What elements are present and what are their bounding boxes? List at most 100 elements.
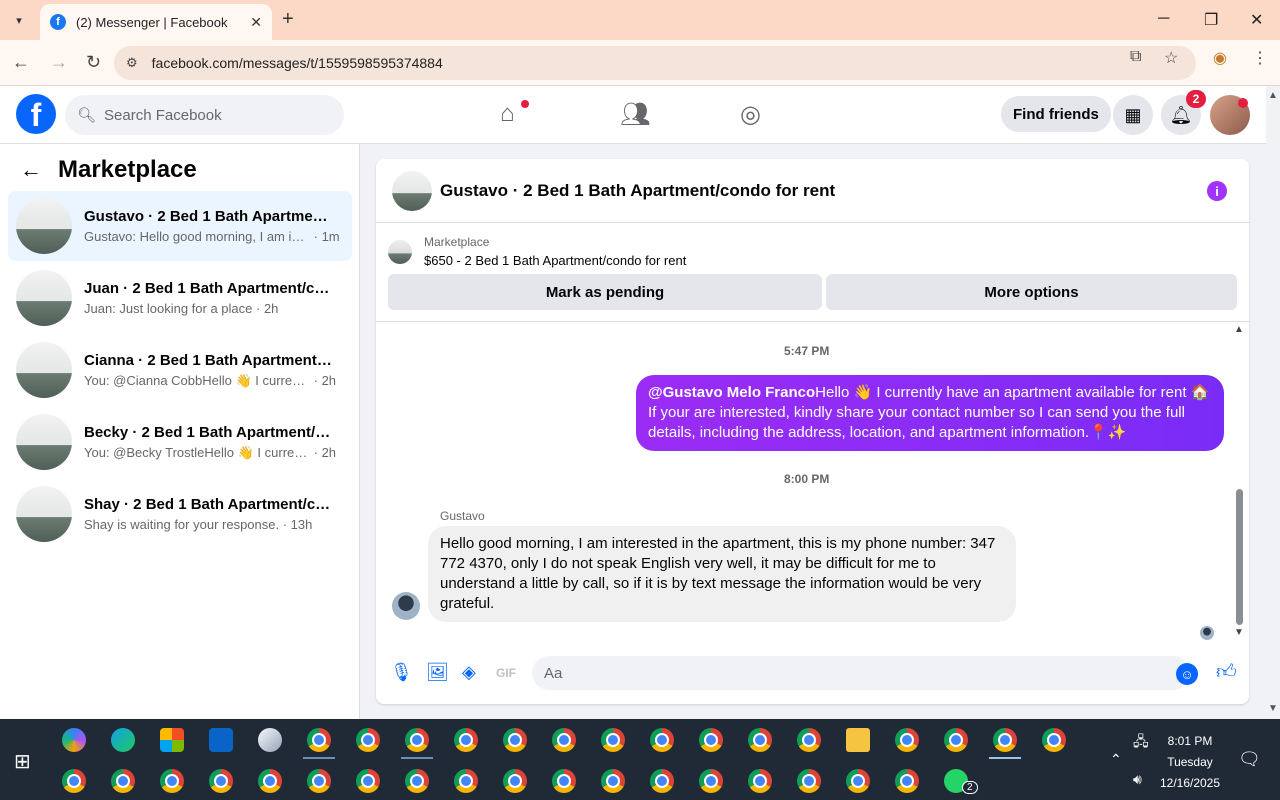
home-icon[interactable]: ⌂ — [500, 100, 515, 128]
search-facebook-input[interactable]: 🔍︎ Search Facebook — [65, 95, 344, 135]
chrome-window-icon[interactable] — [895, 769, 919, 793]
close-window-icon[interactable]: ✕ — [1250, 10, 1263, 30]
page-scroll-up-icon[interactable]: ▲ — [1268, 90, 1278, 101]
chrome-window-icon[interactable] — [552, 728, 576, 752]
chrome-window-icon[interactable] — [258, 769, 282, 793]
find-friends-button[interactable]: Find friends — [1001, 96, 1111, 132]
chrome-window-icon[interactable] — [797, 769, 821, 793]
facebook-logo-icon[interactable]: f — [16, 94, 56, 134]
chrome-window-icon[interactable] — [503, 769, 527, 793]
chrome-window-icon[interactable] — [748, 728, 772, 752]
message-input[interactable]: Aa — [532, 656, 1190, 690]
chrome-window-icon[interactable] — [111, 769, 135, 793]
more-options-button[interactable]: More options — [826, 274, 1237, 310]
running-indicator — [989, 757, 1021, 759]
chrome-window-icon[interactable] — [307, 728, 331, 752]
conversation-item[interactable]: Becky · 2 Bed 1 Bath Apartment/condo for… — [8, 407, 352, 477]
chrome-window-icon[interactable] — [307, 769, 331, 793]
chrome-window-icon[interactable] — [601, 728, 625, 752]
home-notification-dot — [521, 100, 529, 108]
windows-start-icon[interactable]: ⊞ — [14, 749, 31, 774]
conversation-item[interactable]: Cianna · 2 Bed 1 Bath Apartment/condo fo… — [8, 335, 352, 405]
chat-listing-thumbnail[interactable] — [392, 170, 432, 211]
network-icon[interactable]: 🖧︎ — [1133, 731, 1149, 755]
emoji-icon[interactable]: ☺ — [1176, 663, 1198, 685]
photo-icon[interactable]: 🖼︎ — [426, 662, 449, 683]
chrome-window-icon[interactable] — [405, 769, 429, 793]
groups-icon[interactable]: ◎ — [740, 100, 761, 129]
chrome-window-icon[interactable] — [748, 769, 772, 793]
minimize-icon[interactable]: ─ — [1158, 10, 1169, 28]
chrome-window-icon[interactable] — [503, 728, 527, 752]
scroll-down-arrow-icon[interactable]: ▼ — [1234, 627, 1244, 638]
copilot-icon[interactable] — [62, 728, 86, 752]
edge-icon[interactable] — [111, 728, 135, 752]
conversation-item[interactable]: Gustavo · 2 Bed 1 Bath Apartment/condo f… — [8, 191, 352, 261]
chrome-window-icon[interactable] — [846, 769, 870, 793]
conversation-item[interactable]: Juan · 2 Bed 1 Bath Apartment/condo for … — [8, 263, 352, 333]
scroll-up-arrow-icon[interactable]: ▲ — [1234, 324, 1244, 335]
conversation-item[interactable]: Shay · 2 Bed 1 Bath Apartment/condo for … — [8, 479, 352, 549]
file-explorer-icon[interactable] — [846, 728, 870, 752]
chrome-window-icon[interactable] — [1042, 728, 1066, 752]
restore-icon[interactable]: ❐ — [1204, 10, 1218, 30]
page-scroll-down-icon[interactable]: ▼ — [1268, 703, 1278, 714]
chat-scrollbar[interactable] — [1236, 489, 1243, 625]
chrome-window-icon[interactable] — [209, 769, 233, 793]
chrome-window-icon[interactable] — [797, 728, 821, 752]
store-icon[interactable] — [160, 728, 184, 752]
chrome-window-icon[interactable] — [650, 769, 674, 793]
bookmark-star-icon[interactable]: ☆ — [1164, 48, 1178, 68]
back-arrow-icon[interactable]: ← — [20, 157, 42, 183]
sender-avatar[interactable] — [392, 592, 420, 620]
new-tab-icon[interactable]: + — [282, 8, 294, 31]
chrome-window-icon[interactable] — [601, 769, 625, 793]
sticker-icon[interactable]: ◈ — [462, 662, 476, 683]
tab-close-icon[interactable]: ✕ — [250, 14, 262, 31]
incoming-message-bubble[interactable]: Hello good morning, I am interested in t… — [428, 526, 1016, 622]
notification-center-icon[interactable]: 🗨︎ — [1238, 749, 1261, 770]
chat-title[interactable]: Gustavo · 2 Bed 1 Bath Apartment/condo f… — [440, 181, 835, 201]
info-icon[interactable]: i — [1207, 181, 1227, 201]
chrome-window-icon[interactable] — [650, 728, 674, 752]
show-hidden-icons-chevron-icon[interactable]: ⌃ — [1110, 751, 1122, 768]
chrome-window-icon[interactable] — [356, 728, 380, 752]
chrome-window-icon[interactable] — [699, 728, 723, 752]
thumbs-up-icon[interactable]: 👍︎ — [1216, 660, 1237, 684]
friends-icon[interactable]: 👥︎ — [620, 100, 650, 129]
panel-title-row: ← Marketplace — [20, 156, 197, 184]
profile-icon[interactable]: ◉ — [1213, 48, 1227, 68]
chrome-window-icon[interactable] — [62, 769, 86, 793]
browser-tab[interactable]: f (2) Messenger | Facebook ✕ — [40, 4, 272, 40]
message-mention[interactable]: @Gustavo Melo Franco — [648, 384, 815, 401]
snipping-tool-icon[interactable] — [258, 728, 282, 752]
chrome-window-icon[interactable] — [356, 769, 380, 793]
microphone-icon[interactable]: 🎙︎ — [390, 662, 413, 683]
chrome-window-icon[interactable] — [405, 728, 429, 752]
site-info-icon[interactable]: ⚙ — [126, 55, 138, 71]
mark-as-pending-button[interactable]: Mark as pending — [388, 274, 822, 310]
install-app-icon[interactable]: ⧉ — [1130, 48, 1141, 66]
outlook-icon[interactable] — [209, 728, 233, 752]
chrome-menu-icon[interactable]: ⋮ — [1252, 48, 1268, 68]
address-bar[interactable]: ⚙ facebook.com/messages/t/15595985953748… — [114, 46, 1196, 80]
forward-icon[interactable]: → — [50, 52, 68, 73]
listing-summary[interactable]: Marketplace $650 - 2 Bed 1 Bath Apartmen… — [388, 235, 686, 268]
chrome-active-window-icon[interactable] — [993, 728, 1017, 752]
chrome-window-icon[interactable] — [454, 728, 478, 752]
chrome-window-icon[interactable] — [160, 769, 184, 793]
chrome-window-icon[interactable] — [944, 728, 968, 752]
tab-search-chevron-icon[interactable]: ▾ — [6, 8, 32, 32]
chrome-window-icon[interactable] — [454, 769, 478, 793]
chrome-window-icon[interactable] — [895, 728, 919, 752]
chrome-window-icon[interactable] — [552, 769, 576, 793]
menu-grid-icon[interactable]: ▦ — [1113, 95, 1153, 135]
outgoing-message-bubble[interactable]: @Gustavo Melo FrancoHello 👋 I currently … — [636, 375, 1224, 451]
volume-icon[interactable]: 🔊︎ — [1133, 771, 1142, 788]
taskbar-clock[interactable]: 8:01 PM Tuesday 12/16/2025 — [1150, 731, 1230, 794]
back-icon[interactable]: ← — [12, 52, 30, 73]
page-scrollbar[interactable] — [1266, 86, 1280, 719]
reload-icon[interactable]: ↻ — [86, 52, 101, 73]
chrome-window-icon[interactable] — [699, 769, 723, 793]
gif-icon[interactable]: GIF — [496, 666, 516, 680]
